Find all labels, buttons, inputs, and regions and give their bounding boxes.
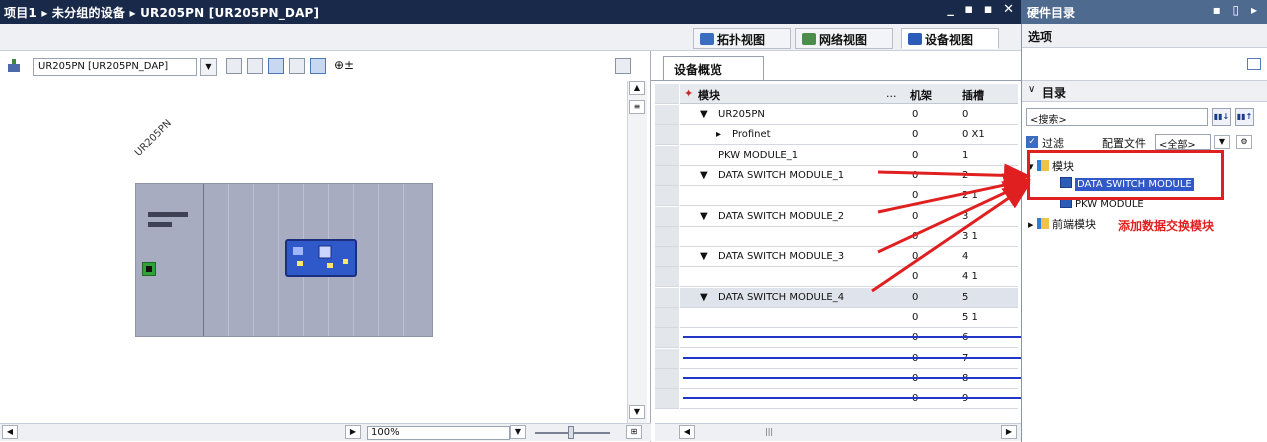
annotation-arrows [871,163,1031,293]
arrow-2 [877,173,1031,214]
arrow-4 [871,183,1031,293]
arrow-3 [877,180,1031,254]
arrow-1 [877,163,1031,188]
